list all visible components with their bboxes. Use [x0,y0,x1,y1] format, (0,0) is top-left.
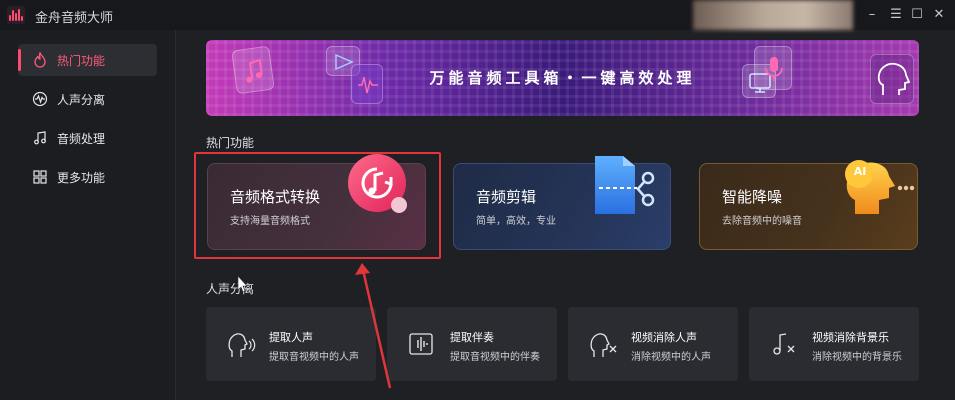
voice-remove-icon [588,329,618,359]
music-note-icon [32,130,48,146]
menu-button[interactable]: ☰ [886,5,906,25]
sidebar-item-label: 人声分离 [57,92,106,107]
grid-icon [32,169,48,185]
hot-section-title: 热门功能 [206,136,255,150]
card-subtitle: 简单，高效，专业 [476,216,556,227]
main-content: 万能音频工具箱・一键高效处理 热门功能 音频格式转换 支持海量音频格式 音频剪辑… [177,30,955,400]
card-title: 提取人声 [269,331,313,344]
sidebar-item-vocal[interactable]: 人声分离 [18,83,157,115]
card-subtitle: 提取音视频中的人声 [269,352,359,363]
card-title: 视频消除人声 [631,331,697,344]
minimize-button[interactable]: – [862,5,882,25]
sidebar-item-label: 更多功能 [57,170,106,185]
highlight-box [194,152,441,259]
video-remove-vocal-card[interactable]: 视频消除人声 消除视频中的人声 [568,307,738,381]
card-subtitle: 去除音频中的噪音 [722,216,802,227]
card-title: 视频消除背景乐 [812,331,889,344]
sidebar-item-label: 音频处理 [57,131,106,146]
video-remove-bgm-card[interactable]: 视频消除背景乐 消除视频中的背景乐 [749,307,919,381]
music-remove-icon [769,329,799,359]
card-subtitle: 提取音视频中的伴奏 [450,352,540,363]
voice-head-icon [226,329,256,359]
maximize-button[interactable]: ☐ [907,5,927,25]
app-logo-icon [7,6,25,24]
card-subtitle: 消除视频中的人声 [631,352,711,363]
ai-head-icon: AI [841,152,915,216]
app-window: 金舟音频大师 – ☰ ☐ ✕ 热门功能 人声分离 音频处理 更多功能 万能音频工… [0,0,955,400]
user-avatar[interactable] [693,0,853,30]
microphone-icon [754,46,792,90]
promo-banner[interactable]: 万能音频工具箱・一键高效处理 [206,40,919,116]
waveform-box-icon [407,329,437,359]
card-title: 智能降噪 [722,188,783,206]
title-bar: 金舟音频大师 – ☰ ☐ ✕ [0,0,955,30]
card-subtitle: 消除视频中的背景乐 [812,352,902,363]
fire-icon [32,52,48,68]
app-title: 金舟音频大师 [35,11,114,26]
sidebar-item-more[interactable]: 更多功能 [18,161,157,193]
ai-badge: AI [853,165,867,178]
banner-slogan: 万能音频工具箱・一键高效处理 [429,69,696,87]
sidebar-item-label: 热门功能 [57,53,106,68]
sidebar: 热门功能 人声分离 音频处理 更多功能 [0,30,176,400]
close-button[interactable]: ✕ [929,5,949,25]
card-title: 提取伴奏 [450,331,494,344]
ai-head-icon [870,54,914,104]
waveform-icon [32,91,48,107]
sidebar-item-hot[interactable]: 热门功能 [18,44,157,76]
extract-accompaniment-card[interactable]: 提取伴奏 提取音视频中的伴奏 [387,307,557,381]
card-title: 音频剪辑 [476,188,537,206]
extract-vocal-card[interactable]: 提取人声 提取音视频中的人声 [206,307,376,381]
sidebar-item-audio[interactable]: 音频处理 [18,122,157,154]
scissors-file-icon [593,152,659,218]
vocal-section-title: 人声分离 [206,282,255,296]
